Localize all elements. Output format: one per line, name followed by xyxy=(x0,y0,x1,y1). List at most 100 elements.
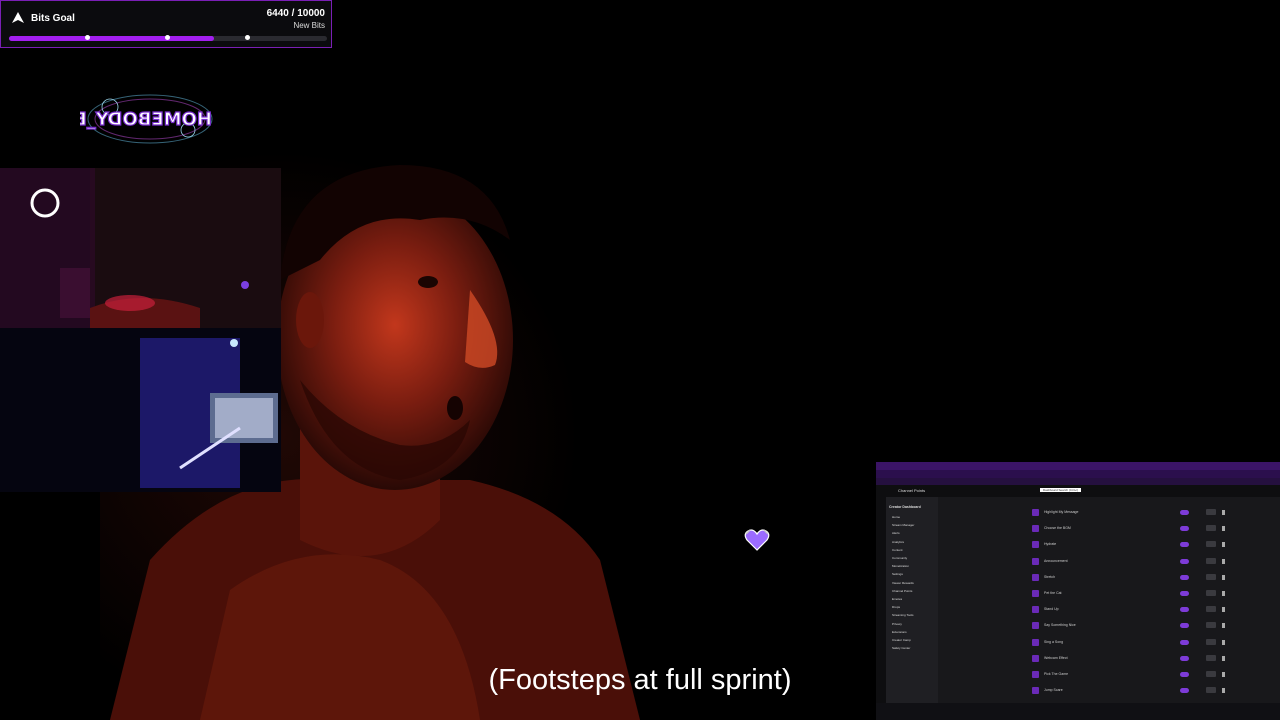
bits-goal-progress-bar xyxy=(9,35,327,41)
channel-logo-text: HOMEBODY_BAE xyxy=(80,109,212,130)
reward-toggle[interactable] xyxy=(1180,639,1189,645)
sidebar-item[interactable]: Safety Center xyxy=(892,646,910,650)
reward-toggle[interactable] xyxy=(1180,623,1189,629)
sidebar-item[interactable]: Channel Points xyxy=(892,589,912,593)
browser-address-bar xyxy=(876,470,1280,478)
reward-row: Announcement xyxy=(1026,555,1236,569)
bits-goal-subtitle: New Bits xyxy=(293,21,325,30)
reward-label: Webcam Effect xyxy=(1044,655,1068,660)
reward-label: Say Something Nice xyxy=(1044,623,1076,628)
milestone-marker xyxy=(85,35,90,40)
reward-toggle[interactable] xyxy=(1180,655,1189,661)
browser-bookmarks-bar xyxy=(876,478,1280,485)
reward-icon xyxy=(1032,509,1039,516)
sidebar-item[interactable]: Alerts xyxy=(892,531,900,535)
reward-icon xyxy=(1032,638,1039,646)
bits-goal-progress-fill xyxy=(9,36,214,41)
reward-edit-button[interactable] xyxy=(1206,622,1216,629)
reward-edit-button[interactable] xyxy=(1206,541,1216,548)
reward-row: Highlight My Message xyxy=(1026,506,1236,520)
sidebar-item[interactable]: Settings xyxy=(892,572,903,576)
reward-toggle[interactable] xyxy=(1180,510,1189,515)
reward-toggle[interactable] xyxy=(1180,542,1189,548)
sidebar-item[interactable]: Community xyxy=(892,556,907,560)
reward-icon xyxy=(1032,541,1039,549)
reward-edit-button[interactable] xyxy=(1206,573,1216,580)
reward-row: Say Something Nice xyxy=(1026,619,1236,633)
trash-icon[interactable] xyxy=(1222,591,1225,596)
reward-edit-button[interactable] xyxy=(1206,638,1216,645)
dashboard-search-input[interactable]: Dashboard Search (Ctrl+/) xyxy=(1040,488,1082,492)
windows-taskbar xyxy=(876,703,1280,720)
camera-inset xyxy=(0,168,281,492)
trash-icon[interactable] xyxy=(1222,574,1225,580)
reward-row: Stand Up xyxy=(1026,603,1236,617)
sidebar-item[interactable]: Home xyxy=(892,515,900,519)
trash-icon[interactable] xyxy=(1222,558,1225,564)
sidebar-item[interactable]: Extensions xyxy=(892,630,907,634)
channel-logo: HOMEBODY_BAE xyxy=(80,94,213,144)
camera-inset-image xyxy=(0,168,281,492)
reward-label: Stretch xyxy=(1044,574,1056,579)
trash-icon[interactable] xyxy=(1222,623,1225,629)
reward-row: Stretch xyxy=(1026,571,1236,585)
trash-icon[interactable] xyxy=(1222,542,1225,548)
sidebar-item[interactable]: Viewer Rewards xyxy=(892,581,914,585)
reward-row: Choose the BGM xyxy=(1026,522,1236,536)
reward-label: Pet the Cat xyxy=(1044,591,1062,595)
sidebar-item[interactable]: Drops xyxy=(892,605,900,609)
section-title: Channel Points xyxy=(898,488,926,493)
reward-edit-button[interactable] xyxy=(1206,557,1216,564)
milestone-marker xyxy=(165,35,170,40)
reward-edit-button[interactable] xyxy=(1206,654,1216,661)
dashboard-top-nav: Channel Points Dashboard Search (Ctrl+/) xyxy=(876,485,1280,497)
reward-toggle[interactable] xyxy=(1180,574,1189,580)
reward-icon xyxy=(1032,557,1039,565)
browser-tab-bar xyxy=(876,462,1280,470)
reward-icon xyxy=(1032,525,1039,533)
reward-toggle[interactable] xyxy=(1180,607,1189,613)
reward-icon xyxy=(1032,654,1039,662)
sidebar-item[interactable]: Monetization xyxy=(892,564,909,568)
sidebar-header: Creator Dashboard xyxy=(889,505,921,509)
reward-label: Highlight My Message xyxy=(1044,510,1079,514)
sidebar-item[interactable]: Creator Camp xyxy=(892,638,911,642)
reward-label: Choose the BGM xyxy=(1044,526,1071,531)
heart-emote-icon xyxy=(744,529,770,551)
sidebar-item[interactable]: Analytics xyxy=(892,540,904,544)
milestone-marker xyxy=(245,35,250,40)
reward-icon xyxy=(1032,622,1039,630)
reward-toggle[interactable] xyxy=(1180,591,1189,596)
bits-goal-title: Bits Goal xyxy=(31,13,75,24)
bits-goal-widget: Bits Goal 6440 / 10000 New Bits xyxy=(0,0,332,48)
sidebar-item[interactable]: Privacy xyxy=(892,622,902,626)
reward-row: Sing a Song xyxy=(1026,636,1236,650)
sidebar-item[interactable]: Stream Manager xyxy=(892,523,914,527)
reward-toggle[interactable] xyxy=(1180,558,1189,564)
reward-edit-button[interactable] xyxy=(1206,590,1216,596)
reward-label: Hydrate xyxy=(1044,542,1057,547)
reward-edit-button[interactable] xyxy=(1206,509,1216,515)
bits-goal-count: 6440 / 10000 xyxy=(266,8,325,19)
trash-icon[interactable] xyxy=(1222,607,1225,613)
reward-label: Sing a Song xyxy=(1044,639,1064,644)
trash-icon[interactable] xyxy=(1222,526,1225,532)
trash-icon[interactable] xyxy=(1222,655,1225,661)
sidebar-item[interactable]: Content xyxy=(892,548,903,552)
reward-toggle[interactable] xyxy=(1180,526,1189,532)
reward-label: Stand Up xyxy=(1044,607,1059,612)
reward-row: Pet the Cat xyxy=(1026,587,1236,601)
sidebar-item[interactable]: Emotes xyxy=(892,597,902,601)
bits-icon xyxy=(12,12,24,23)
closed-caption: (Footsteps at full sprint) xyxy=(488,664,792,696)
trash-icon[interactable] xyxy=(1222,639,1225,645)
reward-icon xyxy=(1032,573,1039,581)
trash-icon[interactable] xyxy=(1222,510,1225,515)
reward-edit-button[interactable] xyxy=(1206,525,1216,532)
sidebar-item[interactable]: Streaming Tools xyxy=(892,613,913,617)
reward-icon xyxy=(1032,606,1039,614)
reward-edit-button[interactable] xyxy=(1206,606,1216,613)
reward-label: Announcement xyxy=(1044,558,1068,563)
reward-icon xyxy=(1032,590,1039,597)
reward-row: Hydrate xyxy=(1026,538,1236,552)
